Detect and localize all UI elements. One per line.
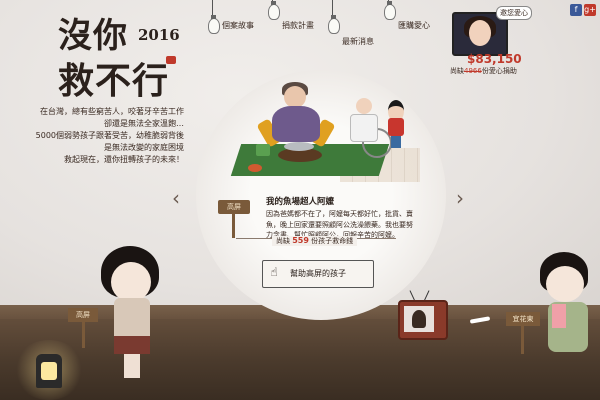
sign-pole bbox=[232, 214, 235, 238]
next-arrow-button[interactable]: › bbox=[456, 188, 470, 208]
nav-label: 匯購愛心 bbox=[398, 21, 430, 30]
region-sign-left[interactable]: 高屏 bbox=[68, 308, 98, 322]
story-location-sign: 高屏 bbox=[218, 200, 250, 214]
grandpa-head bbox=[356, 98, 372, 114]
girl-legs bbox=[124, 354, 140, 378]
bulb-icon bbox=[384, 1, 396, 20]
intro-line: 卻還是無法全家溫飽… bbox=[104, 119, 184, 128]
girl-face[interactable] bbox=[546, 266, 584, 302]
google-plus-share-button[interactable]: g+ bbox=[584, 4, 596, 16]
face bbox=[469, 20, 491, 46]
tv-video-button[interactable] bbox=[398, 300, 448, 340]
tv-screen bbox=[404, 306, 434, 332]
label-suffix: 份愛心捐助 bbox=[481, 67, 517, 75]
intro-text: 在台灣，總有些窮苦人，咬著牙辛苦工作 卻還是無法全家溫飽… 5000個弱勢孩子跟… bbox=[34, 106, 184, 166]
hand-coin-icon: ☝ bbox=[270, 265, 278, 279]
lantern-icon bbox=[36, 354, 62, 388]
children-remaining: 尚缺 559 份孩子救命錢 bbox=[272, 236, 358, 246]
love-card-icon bbox=[552, 304, 566, 328]
speech-bubble: 邀您愛心 bbox=[496, 6, 532, 20]
help-button-label: 幫助高屏的孩子 bbox=[290, 269, 346, 278]
help-children-button[interactable]: ☝ 幫助高屏的孩子 bbox=[262, 260, 374, 288]
intro-line: 在台灣，總有些窮苦人，咬著牙辛苦工作 bbox=[40, 107, 184, 116]
label-prefix: 尚缺 bbox=[450, 67, 464, 75]
bulb-icon bbox=[268, 1, 280, 20]
bulb-icon bbox=[328, 15, 340, 34]
bulb-icon bbox=[208, 15, 220, 34]
intro-line: 是無法改變的家庭困境 bbox=[104, 143, 184, 152]
facebook-share-button[interactable]: f bbox=[570, 4, 582, 16]
saved-suffix: 份孩子救命錢 bbox=[311, 237, 354, 245]
intro-line: 5000個弱勢孩子跟著受苦，幼稚脆弱背後 bbox=[35, 131, 184, 140]
fish-icon bbox=[248, 164, 262, 172]
intro-line: 救起現在，還你扭轉孩子的未來！ bbox=[64, 155, 184, 164]
logo-year: 2016 bbox=[138, 26, 180, 44]
donation-remaining-label: 尚缺4966份愛心捐助 bbox=[450, 66, 517, 76]
logo-flag-icon bbox=[166, 56, 176, 64]
region-sign-right[interactable]: 宜花東 bbox=[506, 312, 540, 326]
sign-pole bbox=[521, 326, 524, 354]
girl-skirt bbox=[114, 336, 150, 354]
saved-prefix: 尚缺 bbox=[276, 237, 290, 245]
saved-count: 559 bbox=[292, 236, 309, 245]
nav-label: 最新消息 bbox=[342, 37, 374, 46]
girl-face[interactable] bbox=[111, 262, 151, 302]
nav-label: 捐款計畫 bbox=[282, 21, 314, 30]
logo-line-1: 沒你 bbox=[58, 16, 128, 56]
nav-label: 個案故事 bbox=[222, 21, 254, 30]
grandma-head bbox=[284, 86, 306, 108]
fish-icon bbox=[284, 142, 314, 151]
donation-amount: $83,150 bbox=[467, 52, 522, 66]
sign-pole bbox=[82, 322, 85, 348]
logo[interactable]: 沒你 2016 救不行 bbox=[58, 8, 188, 102]
child-legs bbox=[391, 136, 401, 148]
logo-line-2: 救不行 bbox=[58, 60, 170, 102]
story-title: 我的魚場超人阿嬤 bbox=[266, 197, 335, 207]
lantern-light bbox=[41, 362, 57, 380]
prev-arrow-button[interactable]: ‹ bbox=[172, 188, 186, 208]
grandpa-body bbox=[350, 114, 378, 142]
label-strike: 4966 bbox=[464, 67, 482, 75]
scale-icon bbox=[256, 144, 270, 156]
story-illustration bbox=[230, 78, 430, 196]
child-body bbox=[388, 118, 404, 136]
grandma-body bbox=[272, 106, 320, 142]
